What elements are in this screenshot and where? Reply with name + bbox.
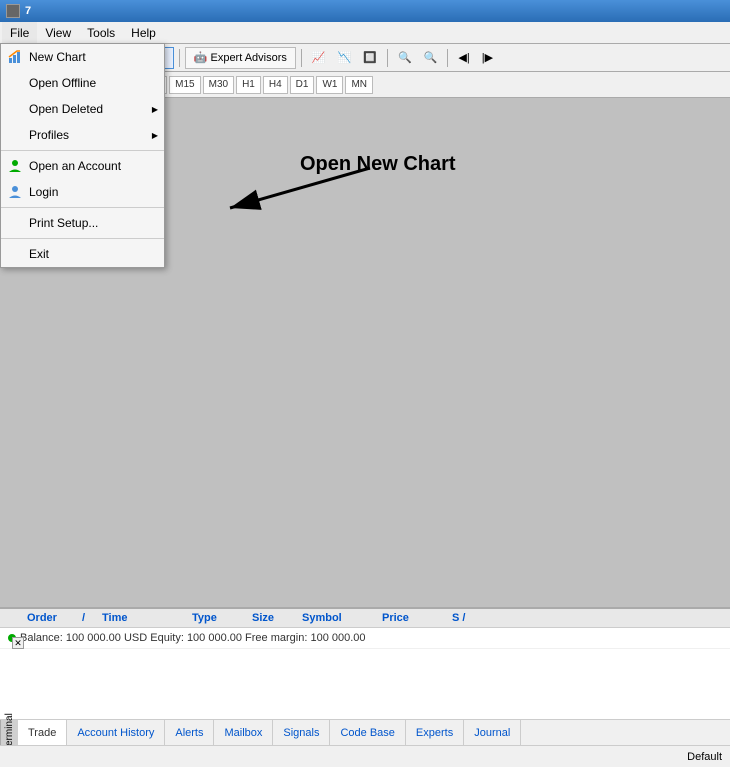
menu-login[interactable]: Login: [1, 179, 164, 205]
timeframe-h4[interactable]: H4: [263, 76, 288, 94]
separator-2: [179, 49, 180, 67]
status-text: Default: [687, 751, 722, 763]
file-dropdown-menu: New Chart Open Offline Open Deleted Prof…: [0, 43, 165, 268]
menu-open-account[interactable]: Open an Account: [1, 153, 164, 179]
chart-btn-1[interactable]: 📈: [307, 47, 331, 69]
balance-row: Balance: 100 000.00 USD Equity: 100 000.…: [0, 628, 730, 649]
tab-signals[interactable]: Signals: [273, 720, 330, 745]
annotation-container: Open New Chart: [200, 153, 450, 256]
menu-bar: File View Tools Help: [0, 22, 730, 44]
tab-code-base[interactable]: Code Base: [330, 720, 405, 745]
timeframe-w1[interactable]: W1: [316, 76, 343, 94]
timeframe-h1[interactable]: H1: [236, 76, 261, 94]
tab-trade[interactable]: Trade: [18, 720, 67, 745]
menu-separator-1: [1, 150, 164, 151]
scroll-btn-2[interactable]: |▶: [477, 47, 498, 69]
zoom-in[interactable]: 🔍: [393, 47, 417, 69]
timeframe-m30[interactable]: M30: [203, 76, 234, 94]
print-icon: [7, 215, 23, 231]
col-s: S /: [447, 612, 730, 624]
separator-3: [301, 49, 302, 67]
zoom-out[interactable]: 🔍: [419, 47, 443, 69]
menu-separator-2: [1, 207, 164, 208]
col-price: Price: [377, 612, 447, 624]
menu-open-deleted[interactable]: Open Deleted: [1, 96, 164, 122]
separator-5: [447, 49, 448, 67]
chart-icon-3: 🔲: [363, 51, 377, 64]
exit-icon: [7, 246, 23, 262]
terminal-close-button[interactable]: ✕: [12, 637, 24, 649]
menu-file[interactable]: File: [2, 22, 37, 43]
open-deleted-icon: [7, 101, 23, 117]
title-bar: 7: [0, 0, 730, 22]
menu-help[interactable]: Help: [123, 22, 164, 43]
chart-icon-2: 📉: [338, 51, 352, 64]
menu-separator-3: [1, 238, 164, 239]
timeframe-d1[interactable]: D1: [290, 76, 315, 94]
col-symbol: Symbol: [297, 612, 377, 624]
terminal-label: Terminal: [0, 720, 18, 745]
chart-btn-3[interactable]: 🔲: [358, 47, 382, 69]
menu-print-setup[interactable]: Print Setup...: [1, 210, 164, 236]
expert-icon: 🤖: [194, 51, 208, 64]
annotation-text: Open New Chart: [300, 153, 456, 176]
col-type: Type: [187, 612, 247, 624]
open-account-icon: [7, 158, 23, 174]
chart-btn-2[interactable]: 📉: [333, 47, 357, 69]
table-header: Order / Time Type Size Symbol Price S /: [0, 609, 730, 628]
terminal-tabs-row: Terminal Trade Account History Alerts Ma…: [0, 719, 730, 745]
timeframe-m15[interactable]: M15: [169, 76, 200, 94]
terminal-panel: ✕ Order / Time Type Size Symbol Price S …: [0, 607, 730, 767]
expert-advisors-button[interactable]: 🤖 Expert Advisors: [185, 47, 296, 69]
menu-tools[interactable]: Tools: [79, 22, 123, 43]
col-order: Order: [22, 612, 82, 624]
tab-account-history[interactable]: Account History: [67, 720, 165, 745]
profiles-icon: [7, 127, 23, 143]
chart-icon-1: 📈: [312, 51, 326, 64]
timeframe-mn[interactable]: MN: [345, 76, 373, 94]
tab-mailbox[interactable]: Mailbox: [214, 720, 273, 745]
status-bar: Default: [0, 745, 730, 767]
menu-view[interactable]: View: [37, 22, 79, 43]
zoom-in-icon: 🔍: [398, 51, 412, 64]
menu-exit[interactable]: Exit: [1, 241, 164, 267]
col-size: Size: [247, 612, 297, 624]
balance-text: Balance: 100 000.00 USD Equity: 100 000.…: [20, 632, 366, 644]
app-icon: [6, 4, 20, 18]
separator-4: [387, 49, 388, 67]
tab-journal[interactable]: Journal: [464, 720, 521, 745]
col-time: Time: [97, 612, 187, 624]
menu-new-chart[interactable]: New Chart: [1, 44, 164, 70]
zoom-out-icon: 🔍: [424, 51, 438, 64]
login-icon: [7, 184, 23, 200]
tab-alerts[interactable]: Alerts: [165, 720, 214, 745]
scroll-btn-1[interactable]: ◀|: [453, 47, 474, 69]
tab-experts[interactable]: Experts: [406, 720, 464, 745]
menu-profiles[interactable]: Profiles: [1, 122, 164, 148]
col-slash: /: [82, 612, 97, 624]
open-offline-icon: [7, 75, 23, 91]
menu-open-offline[interactable]: Open Offline: [1, 70, 164, 96]
new-chart-menu-icon: [7, 49, 23, 65]
title-text: 7: [25, 5, 31, 17]
